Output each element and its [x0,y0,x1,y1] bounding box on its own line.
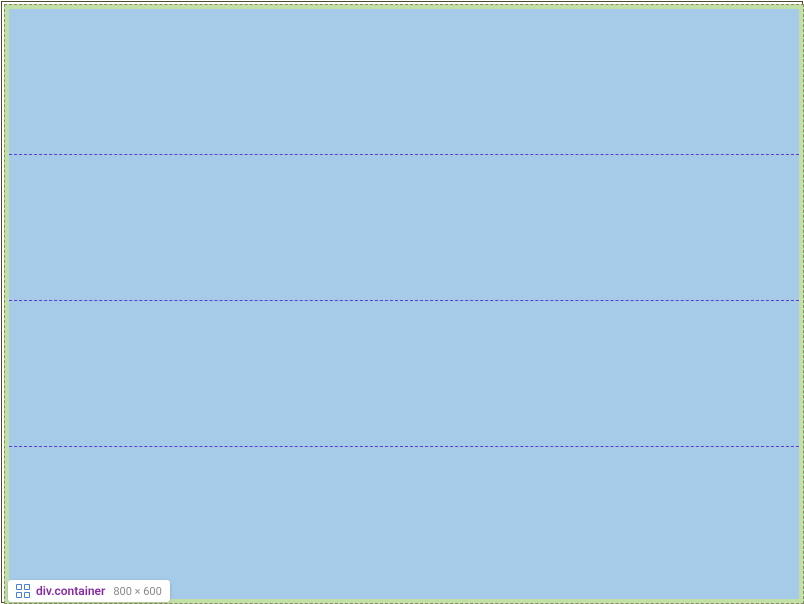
inspector-tooltip: div.container 800 × 600 [8,580,170,602]
grid-row [9,9,799,155]
grid-row [9,155,799,301]
class-name: .container [51,584,105,598]
element-dimensions: 800 × 600 [113,585,161,598]
grid-row [9,301,799,447]
viewport-frame [1,1,803,603]
tag-name: div [36,584,51,598]
element-tag: div.container [36,584,105,598]
container-highlight [4,4,804,604]
grid-row [9,447,799,599]
grid-layout-icon [16,584,30,598]
grid-content [9,9,799,599]
